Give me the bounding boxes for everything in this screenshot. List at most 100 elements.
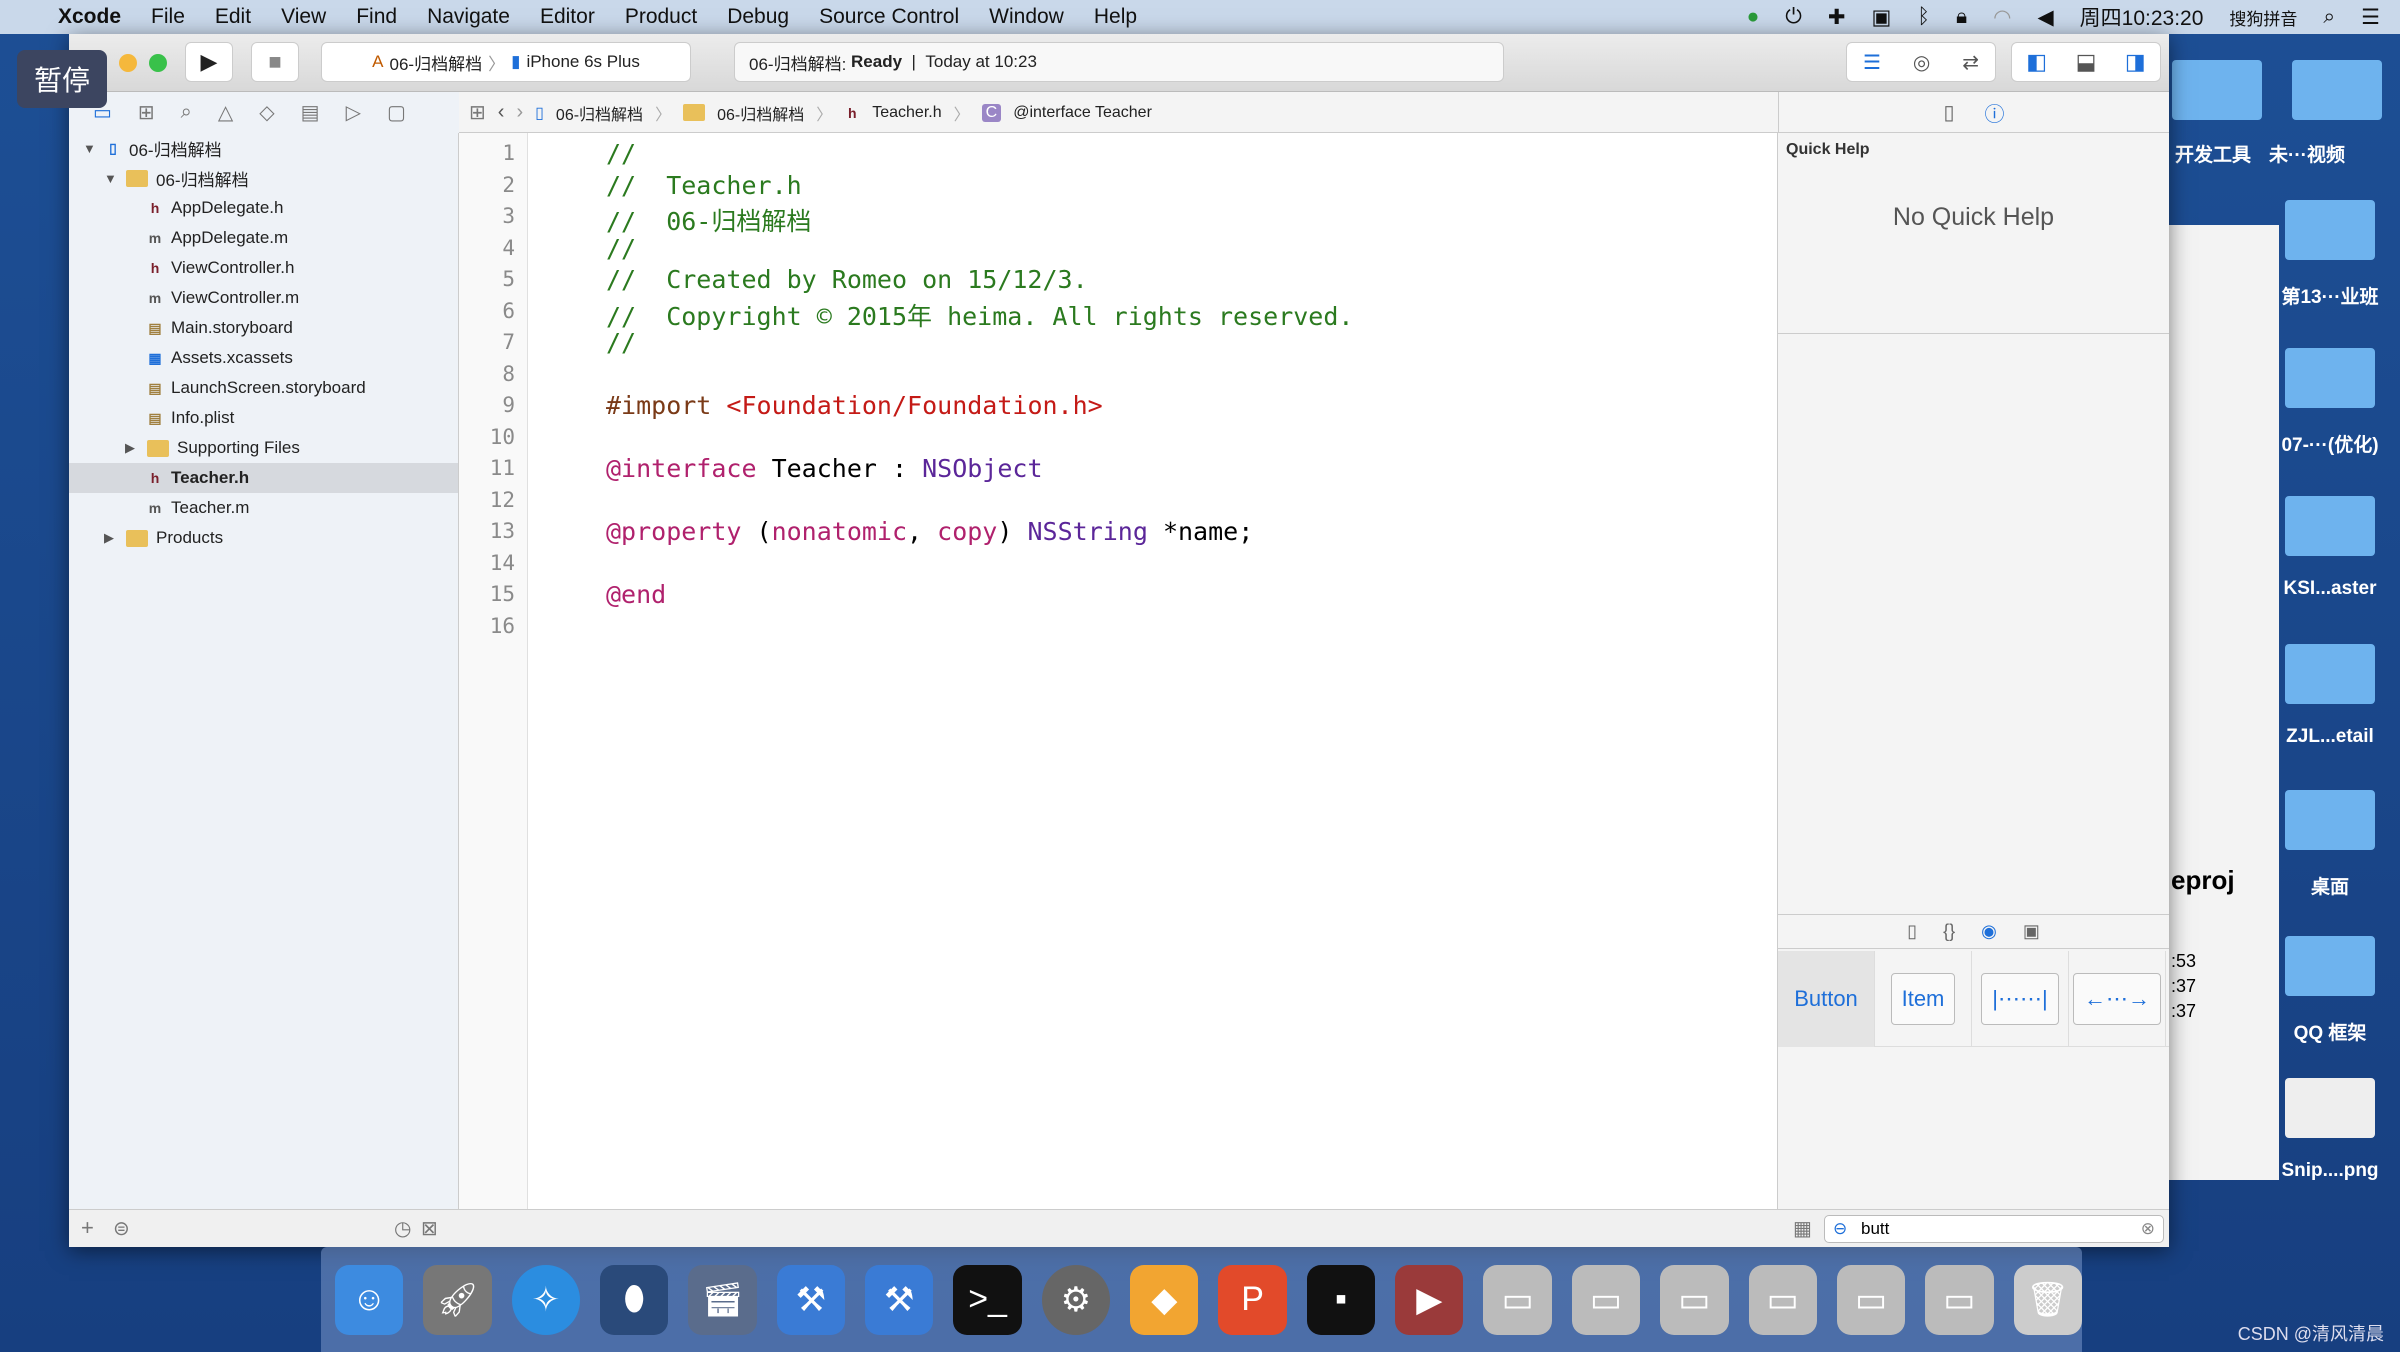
exec-icon[interactable]: ▪	[1306, 1264, 1376, 1335]
navigator-item[interactable]: ▼ ▯ 06-归档解档	[69, 133, 222, 163]
ime-indicator[interactable]: 搜狗拼音	[2229, 5, 2297, 30]
window-thumbnail-icon[interactable]: ▭	[1571, 1264, 1641, 1335]
forward-button[interactable]: ›	[516, 101, 523, 124]
report-navigator-icon[interactable]: ▢	[387, 100, 406, 125]
recorder-icon[interactable]: ●	[1747, 5, 1760, 29]
zoom-button[interactable]	[149, 54, 167, 72]
library-item-bar-item[interactable]: Item	[1875, 951, 1972, 1047]
clear-search-icon[interactable]: ⊗	[2141, 1219, 2155, 1239]
menu-view[interactable]: View	[281, 5, 326, 29]
spotlight-icon[interactable]: ⌕	[2323, 5, 2335, 29]
navigator-item[interactable]: ▤ Info.plist	[69, 403, 234, 433]
power-icon[interactable]: ⏻	[1785, 5, 1802, 29]
lock-icon[interactable]: 🔒︎	[1956, 5, 1967, 29]
system-preferences-icon[interactable]: ⚙	[1041, 1264, 1111, 1335]
volume-icon[interactable]: ◀	[2038, 5, 2054, 30]
folder-icon[interactable]	[2285, 496, 2375, 556]
code-line[interactable]: @property (nonatomic, copy) NSString *na…	[606, 517, 1253, 546]
find-navigator-icon[interactable]: ⌕	[181, 101, 192, 124]
pause-overlay[interactable]: 暂停	[17, 50, 107, 108]
instruments-icon[interactable]: ⚒	[865, 1264, 934, 1335]
navigator-item[interactable]: ▦ Assets.xcassets	[69, 343, 293, 373]
code-line[interactable]: #import <Foundation/Foundation.h>	[606, 391, 1103, 420]
window-thumbnail-icon[interactable]: ▭	[1836, 1264, 1906, 1335]
desktop-item-label[interactable]: ZJL...etail	[2265, 726, 2395, 748]
navigator-item[interactable]: m ViewController.m	[69, 283, 299, 313]
menu-window[interactable]: Window	[989, 5, 1064, 29]
notification-center-icon[interactable]: ☰	[2361, 5, 2380, 30]
standard-editor-icon[interactable]: ☰	[1863, 50, 1881, 75]
code-line[interactable]: @end	[606, 580, 666, 609]
disclosure-open-icon[interactable]: ▼	[104, 171, 118, 186]
camera-icon[interactable]: ▣	[1872, 5, 1892, 30]
file-template-icon[interactable]: ▯	[1907, 921, 1917, 942]
mouse-app-icon[interactable]: ⬮	[600, 1264, 669, 1335]
navigator-item[interactable]: ▤ Main.storyboard	[69, 313, 293, 343]
code-line[interactable]: // 06-归档解档	[606, 202, 811, 238]
jump-group[interactable]: 06-归档解档	[717, 101, 804, 125]
jump-symbol[interactable]: @interface Teacher	[1013, 104, 1152, 122]
desktop-item-label[interactable]: Snip....png	[2265, 1160, 2395, 1182]
navigator-item[interactable]: m AppDelegate.m	[69, 223, 288, 253]
quicktime-icon[interactable]: ▶	[1395, 1264, 1464, 1335]
menu-file[interactable]: File	[151, 5, 185, 29]
imovie-icon[interactable]: 🎬︎	[688, 1264, 757, 1335]
terminal-icon[interactable]: >_	[953, 1264, 1022, 1335]
menu-edit[interactable]: Edit	[215, 5, 251, 29]
menu-help[interactable]: Help	[1094, 5, 1137, 29]
navigator-item[interactable]: h ViewController.h	[69, 253, 295, 283]
assistant-editor-icon[interactable]: ◎	[1913, 50, 1930, 75]
disclosure-closed-icon[interactable]: ▶	[125, 440, 139, 456]
safari-icon[interactable]: ✧	[511, 1264, 581, 1335]
scheme-selector[interactable]: A 06-归档解档 〉 ▮ iPhone 6s Plus	[321, 42, 691, 82]
code-line[interactable]: //	[606, 328, 636, 357]
breakpoint-navigator-icon[interactable]: ▷	[346, 100, 361, 125]
grid-view-icon[interactable]: ▦	[1793, 1216, 1812, 1241]
code-line[interactable]: //	[606, 139, 636, 168]
window-thumbnail-icon[interactable]: ▭	[1660, 1264, 1729, 1335]
sketch-icon[interactable]: ◆	[1130, 1264, 1199, 1335]
menu-editor[interactable]: Editor	[540, 5, 595, 29]
window-thumbnail-icon[interactable]: ▭	[1483, 1264, 1552, 1335]
wifi-icon[interactable]: ◠	[1993, 5, 2011, 30]
folder-icon[interactable]	[2285, 200, 2375, 260]
test-navigator-icon[interactable]: ◇	[259, 100, 274, 125]
issue-navigator-icon[interactable]: △	[218, 100, 233, 125]
code-line[interactable]: // Created by Romeo on 15/12/3.	[606, 265, 1088, 294]
menu-app[interactable]: Xcode	[58, 5, 121, 29]
clock[interactable]: 周四10:23:20	[2080, 2, 2204, 32]
jump-file[interactable]: Teacher.h	[872, 104, 941, 122]
disclosure-open-icon[interactable]: ▼	[83, 141, 97, 156]
back-button[interactable]: ‹	[498, 101, 505, 124]
navigator-item[interactable]: h Teacher.h	[69, 463, 458, 493]
trash-icon[interactable]: 🗑︎	[2013, 1264, 2082, 1335]
add-icon[interactable]: +	[81, 1215, 94, 1241]
debug-navigator-icon[interactable]: ▤	[301, 100, 320, 125]
menu-navigate[interactable]: Navigate	[427, 5, 510, 29]
folder-icon[interactable]	[2285, 936, 2375, 996]
quick-help-icon[interactable]: ⓘ	[1985, 98, 2005, 127]
menu-debug[interactable]: Debug	[727, 5, 789, 29]
code-line[interactable]: // Teacher.h	[606, 171, 802, 200]
plus-icon[interactable]: ✚	[1828, 5, 1846, 30]
xcode-icon[interactable]: ⚒	[776, 1264, 846, 1335]
navigator-item[interactable]: ▤ LaunchScreen.storyboard	[69, 373, 365, 403]
minimize-button[interactable]	[119, 54, 137, 72]
folder-icon[interactable]	[2292, 60, 2382, 120]
source-editor[interactable]: //// Teacher.h// 06-归档解档//// Created by …	[528, 133, 1778, 1247]
desktop-item-label[interactable]: KSI...aster	[2265, 578, 2395, 600]
debug-area-toggle-icon[interactable]: ⬓	[2076, 49, 2097, 75]
finder-icon[interactable]: ☺	[335, 1264, 404, 1335]
navigator-toggle-icon[interactable]: ◧	[2026, 49, 2047, 75]
utilities-toggle-icon[interactable]: ◨	[2125, 49, 2146, 75]
library-item-flexible-space[interactable]: ←⋯→	[2069, 951, 2166, 1047]
folder-icon[interactable]	[2285, 790, 2375, 850]
code-line[interactable]: //	[606, 234, 636, 263]
code-line[interactable]: @interface Teacher : NSObject	[606, 454, 1043, 483]
launchpad-icon[interactable]: 🚀︎	[423, 1264, 492, 1335]
menu-find[interactable]: Find	[356, 5, 397, 29]
run-button[interactable]: ▶	[185, 42, 233, 82]
file-inspector-icon[interactable]: ▯	[1943, 100, 1954, 125]
navigator-item[interactable]: ▶ Products	[69, 523, 223, 553]
desktop-item-label[interactable]: 07-···(优化)	[2265, 430, 2395, 457]
